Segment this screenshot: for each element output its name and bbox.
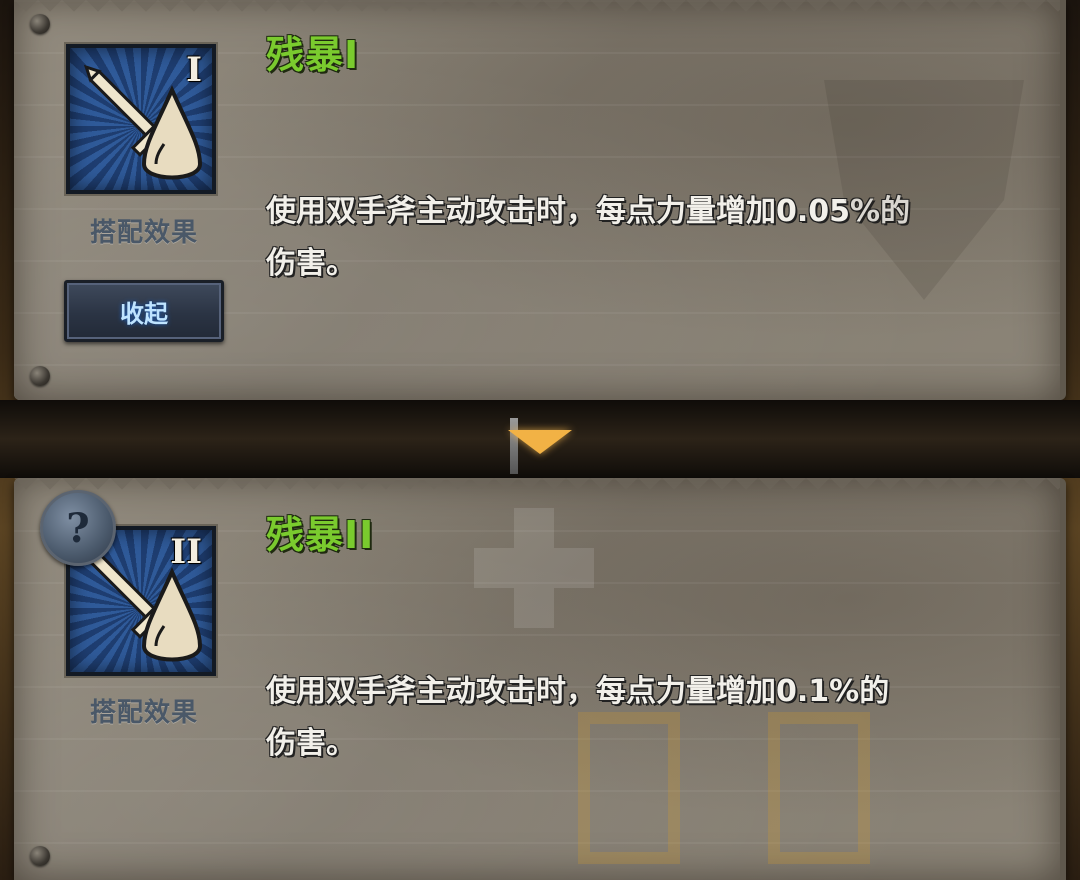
skill-level-numeral: II <box>170 532 202 572</box>
skill-title: 残暴I <box>266 33 360 77</box>
triangle-down-icon[interactable] <box>508 430 572 454</box>
description-line: 伤害。 <box>266 726 356 761</box>
description-line: 使用双手斧主动攻击时，每点力量增加0.1%的 <box>266 674 890 709</box>
rivet-icon <box>30 14 50 34</box>
question-mark-icon: ? <box>66 504 90 552</box>
icon-caption: 搭配效果 <box>89 698 198 728</box>
rivet-icon <box>30 846 50 866</box>
cross-watermark-icon <box>474 508 594 628</box>
panel-edge-pattern <box>14 0 1060 22</box>
skill-description: 使用双手斧主动攻击时，每点力量增加0.1%的 伤害。 <box>266 666 996 770</box>
help-button[interactable]: ? <box>40 490 116 566</box>
collapse-button[interactable]: 收起 <box>64 280 224 342</box>
panel-edge-pattern <box>14 478 1060 500</box>
icon-caption: 搭配效果 <box>89 218 198 248</box>
skill-panel-2: II 搭配效果 残暴II 使用双手斧主动攻击时，每点力量增加0.1%的 伤害。 <box>14 478 1066 880</box>
emblem-watermark-icon <box>824 80 1024 300</box>
skill-title: 残暴II <box>266 513 375 557</box>
skill-panel-1: I 搭配效果 收起 残暴I 使用双手斧主动攻击时，每点力量增加0.05%的 伤害… <box>14 0 1066 400</box>
rivet-icon <box>30 366 50 386</box>
sword-drop-icon[interactable]: I <box>66 44 216 194</box>
skill-level-numeral: I <box>186 50 202 90</box>
skill-detail-screen: I 搭配效果 收起 残暴I 使用双手斧主动攻击时，每点力量增加0.05%的 伤害… <box>0 0 1080 880</box>
